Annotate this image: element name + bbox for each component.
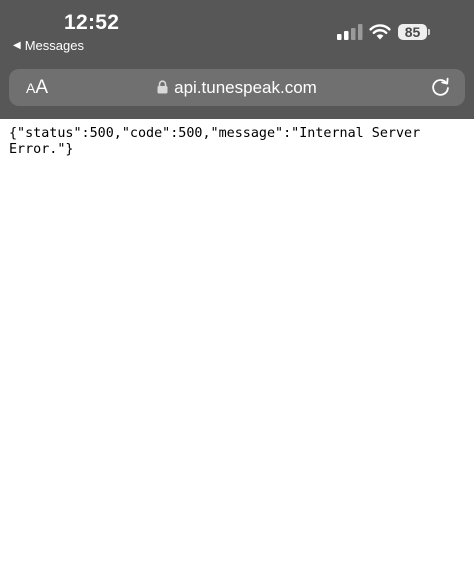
json-response-text: {"status":500,"code":500,"message":"Inte… <box>9 126 429 157</box>
battery-indicator: 85 <box>398 23 430 41</box>
browser-chrome: 12:52 ◀ Messages 85 AA api.tunespeak.com <box>0 0 474 119</box>
status-bar: 12:52 ◀ Messages 85 <box>0 0 474 60</box>
back-to-messages-label: Messages <box>24 38 84 53</box>
cellular-signal-icon <box>337 24 363 40</box>
url-domain: api.tunespeak.com <box>174 78 317 97</box>
address-bar[interactable]: AA api.tunespeak.com <box>9 69 465 106</box>
battery-tip <box>428 29 430 35</box>
web-page-content: {"status":500,"code":500,"message":"Inte… <box>0 119 474 569</box>
back-triangle-icon: ◀ <box>13 39 21 51</box>
battery-level: 85 <box>398 24 427 40</box>
wifi-icon <box>369 24 391 40</box>
lock-icon <box>157 80 168 94</box>
url-display[interactable]: api.tunespeak.com <box>9 78 465 98</box>
reload-icon[interactable] <box>430 77 451 98</box>
back-to-messages-button[interactable]: ◀ Messages <box>13 38 84 53</box>
status-time: 12:52 <box>64 11 120 34</box>
